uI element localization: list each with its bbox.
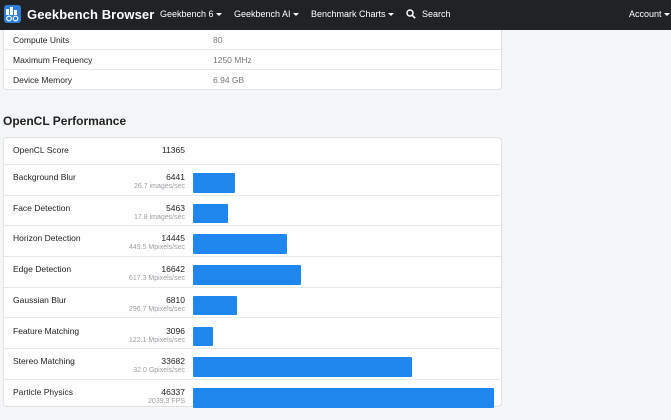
nav-label: Account <box>629 9 662 19</box>
benchmark-detail: 449.5 Mpixels/sec <box>128 244 185 252</box>
benchmark-bar <box>193 387 494 408</box>
benchmark-row: Edge Detection 16642 617.3 Mpixels/sec <box>4 257 501 288</box>
nav-geekbench-ai[interactable]: Geekbench AI <box>234 9 299 19</box>
benchmark-detail: 17.8 images/sec <box>134 213 185 221</box>
benchmark-bar <box>193 295 238 316</box>
nav-account[interactable]: Account <box>629 9 670 19</box>
info-key: Maximum Frequency <box>13 55 93 65</box>
search-label: Search <box>422 9 451 19</box>
section-title: OpenCL Performance <box>3 114 127 128</box>
info-value: 6.94 GB <box>213 75 245 85</box>
benchmark-name: Face Detection <box>13 202 71 213</box>
benchmark-name: Feature Matching <box>13 325 80 336</box>
opencl-card: OpenCL Score 11365 Background Blur 6441 26… <box>3 137 502 408</box>
nav-label: Geekbench 6 <box>160 9 214 19</box>
benchmark-row: Stereo Matching 33682 32.0 Gpixels/sec <box>4 349 501 380</box>
benchmark-bar <box>193 203 229 224</box>
nav-benchmark-charts[interactable]: Benchmark Charts <box>311 9 394 19</box>
benchmark-name: Gaussian Blur <box>13 294 67 305</box>
benchmark-name: Particle Physics <box>13 386 73 397</box>
benchmark-name: Background Blur <box>13 172 76 182</box>
brand-title[interactable]: Geekbench Browser <box>27 7 154 22</box>
benchmark-detail: 2039.3 FPS <box>148 397 185 405</box>
benchmark-bar <box>193 234 287 255</box>
benchmark-detail: 32.0 Gpixels/sec <box>133 367 185 375</box>
benchmark-name: Horizon Detection <box>13 233 81 244</box>
info-value: 1250 MHz <box>213 55 252 65</box>
benchmark-row: Background Blur 6441 26.7 images/sec <box>4 165 501 196</box>
benchmark-score: 33682 <box>161 356 185 367</box>
info-key: Compute Units <box>13 35 70 45</box>
nav-label: Benchmark Charts <box>311 9 386 19</box>
score-value: 11365 <box>161 145 185 155</box>
benchmark-score: 46337 <box>161 386 185 397</box>
benchmark-bar <box>193 173 235 193</box>
caret-down-icon <box>215 13 222 16</box>
benchmark-score: 14445 <box>161 233 185 244</box>
benchmark-score: 6441 <box>166 172 185 182</box>
info-row: Maximum Frequency 1250 MHz <box>4 50 501 70</box>
geekbench-logo-icon[interactable] <box>4 5 21 23</box>
benchmark-name: Stereo Matching <box>13 356 75 367</box>
search-icon <box>406 9 416 19</box>
caret-down-icon <box>292 13 299 16</box>
info-row: Device Memory 6.94 GB <box>4 70 501 90</box>
benchmark-detail: 26.7 images/sec <box>134 183 185 190</box>
opencl-score-row: OpenCL Score 11365 <box>4 138 501 165</box>
benchmark-detail: 617.3 Mpixels/sec <box>128 275 185 283</box>
benchmark-row: Particle Physics 46337 2039.3 FPS <box>4 380 501 411</box>
caret-down-icon <box>387 13 394 16</box>
benchmark-score: 6810 <box>166 294 185 305</box>
benchmark-detail: 122.1 Mpixels/sec <box>128 336 185 344</box>
benchmark-row: Horizon Detection 14445 449.5 Mpixels/sec <box>4 226 501 258</box>
info-key: Device Memory <box>13 75 73 85</box>
benchmark-bar <box>193 357 412 377</box>
benchmark-score: 5463 <box>166 202 185 213</box>
search-button[interactable]: Search <box>406 9 451 19</box>
info-value: 80 <box>213 35 223 45</box>
caret-down-icon <box>663 13 670 16</box>
benchmark-detail: 296.7 Mpixels/sec <box>128 305 185 313</box>
benchmark-score: 3096 <box>166 325 185 336</box>
system-info-card: Compute Units 80 Maximum Frequency 1250 … <box>3 30 502 90</box>
benchmark-row: Feature Matching 3096 122.1 Mpixels/sec <box>4 319 501 350</box>
benchmark-bar <box>193 265 302 285</box>
benchmark-row: Face Detection 5463 17.8 images/sec <box>4 196 501 227</box>
top-navbar: Geekbench Browser Geekbench 6 Geekbench … <box>0 0 671 30</box>
benchmark-score: 16642 <box>161 264 185 275</box>
nav-geekbench-6[interactable]: Geekbench 6 <box>160 9 222 19</box>
info-row: Compute Units 80 <box>4 30 501 50</box>
score-label: OpenCL Score <box>13 145 69 155</box>
benchmark-bar <box>193 326 214 347</box>
benchmark-row: Gaussian Blur 6810 296.7 Mpixels/sec <box>4 288 501 319</box>
benchmark-name: Edge Detection <box>13 264 72 275</box>
nav-label: Geekbench AI <box>234 9 291 19</box>
